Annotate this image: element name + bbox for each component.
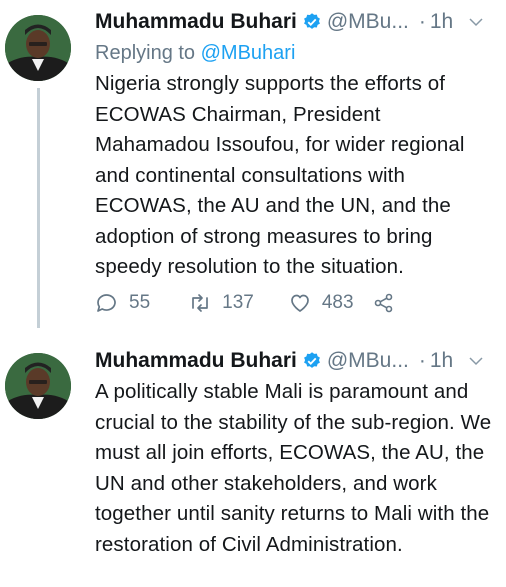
verified-badge-icon — [303, 352, 320, 368]
reply-icon — [97, 294, 116, 312]
separator-dot: · — [418, 10, 426, 33]
tweet-text: A politically stable Mali is paramount a… — [95, 380, 492, 556]
author-name[interactable]: Muhammadu Buhari — [95, 10, 297, 34]
replying-to-label: Replying to — [95, 42, 196, 64]
tweet-text: Nigeria strongly supports the efforts of… — [95, 72, 465, 278]
replying-to: Replying to @MBuhari — [95, 39, 498, 67]
avatar[interactable] — [5, 15, 71, 81]
timestamp[interactable]: 1h — [430, 349, 453, 373]
reply-button[interactable]: 55 — [95, 291, 150, 315]
like-count: 483 — [321, 292, 354, 313]
tweet-content: Muhammadu Buhari @MBu... · 1h Replying t… — [95, 8, 498, 283]
tweet-header: Muhammadu Buhari @MBu... · 1h — [95, 8, 498, 36]
chevron-down-icon[interactable] — [467, 352, 485, 370]
timestamp[interactable]: 1h — [430, 10, 453, 34]
like-button[interactable]: 483 — [288, 291, 354, 315]
retweet-button[interactable]: 137 — [188, 291, 254, 315]
author-handle[interactable]: @MBu... — [327, 349, 409, 373]
reply-count: 55 — [129, 292, 151, 313]
verified-badge-icon — [303, 13, 320, 29]
tweet-2[interactable]: Muhammadu Buhari @MBu... · 1h A politica… — [0, 335, 506, 587]
share-icon — [374, 293, 392, 313]
tweet-1[interactable]: Muhammadu Buhari @MBu... · 1h Replying t… — [0, 0, 506, 335]
author-handle[interactable]: @MBu... — [327, 10, 409, 34]
tweet-header: Muhammadu Buhari @MBu... · 1h — [95, 347, 498, 375]
replying-to-handle[interactable]: @MBuhari — [201, 42, 296, 64]
avatar[interactable] — [5, 353, 71, 419]
author-name[interactable]: Muhammadu Buhari — [95, 349, 297, 373]
chevron-down-icon[interactable] — [467, 13, 485, 31]
tweet-content: Muhammadu Buhari @MBu... · 1h A politica… — [95, 347, 498, 560]
separator-dot: · — [418, 349, 426, 372]
tweet-actions: 55 137 483 — [95, 286, 396, 320]
retweet-count: 137 — [222, 292, 254, 313]
thread-line — [37, 88, 40, 328]
heart-icon — [290, 294, 309, 312]
retweet-icon — [192, 294, 208, 312]
share-button[interactable] — [372, 291, 396, 315]
